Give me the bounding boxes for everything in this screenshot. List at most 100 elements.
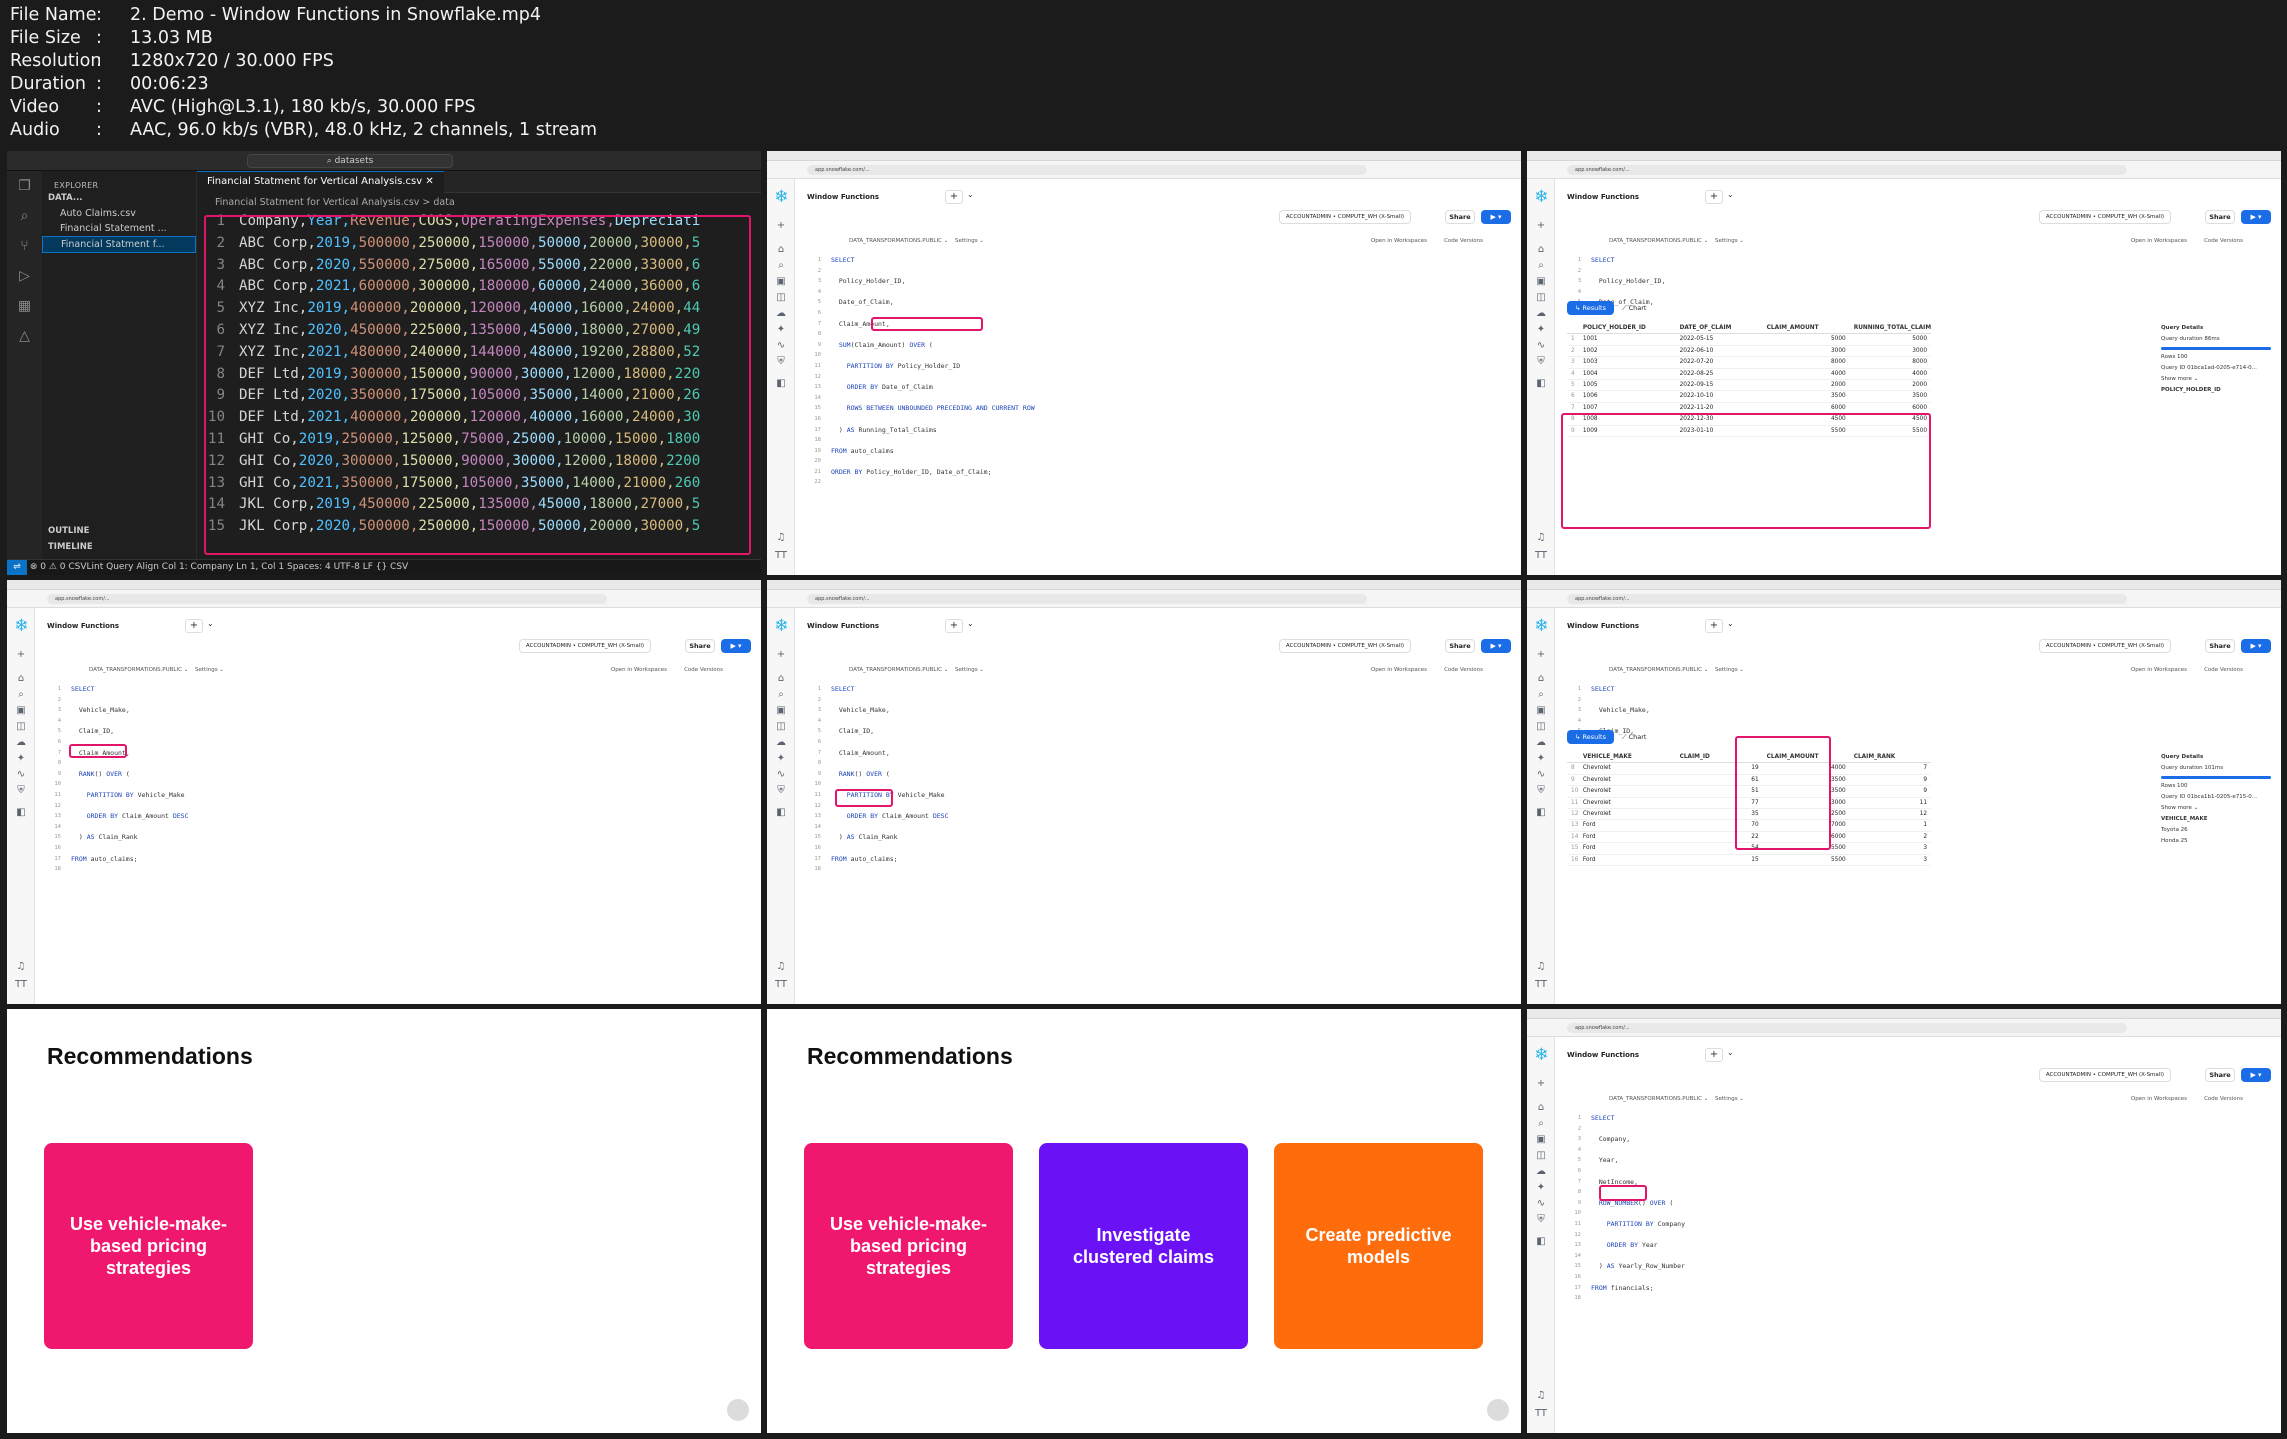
new-tab-button[interactable]: +	[185, 619, 203, 633]
run-button[interactable]: ▶ ▾	[2241, 639, 2271, 653]
url-field[interactable]: app.snowflake.com/...	[807, 594, 1367, 604]
role-warehouse-selector[interactable]: ACCOUNTADMIN • COMPUTE_WH (X-Small)	[1278, 210, 1411, 224]
snowflake-logo-icon[interactable]: ❄	[1533, 189, 1550, 206]
table-row[interactable]: 1 1001 2022-05-15 5000 5000	[1567, 334, 1931, 346]
ai-icon[interactable]: ✦	[13, 752, 29, 766]
data-icon[interactable]: ◫	[1533, 720, 1549, 734]
role-warehouse-selector[interactable]: ACCOUNTADMIN • COMPUTE_WH (X-Small)	[2038, 639, 2171, 653]
chevron-down-icon[interactable]: ⌄	[967, 190, 974, 199]
open-in-workspaces-link[interactable]: Open in Workspaces	[611, 663, 667, 677]
cloud-icon[interactable]: ☁	[1533, 736, 1549, 750]
marketplace-icon[interactable]: ◧	[1533, 377, 1549, 391]
settings-dropdown[interactable]: Settings ⌄	[1715, 663, 1744, 677]
open-in-workspaces-link[interactable]: Open in Workspaces	[2131, 234, 2187, 248]
search-icon[interactable]: ⌕	[1533, 1117, 1549, 1131]
data-icon[interactable]: ◫	[1533, 1149, 1549, 1163]
avatar[interactable]: TT	[1533, 549, 1549, 563]
data-icon[interactable]: ◫	[773, 720, 789, 734]
cloud-icon[interactable]: ☁	[773, 736, 789, 750]
monitoring-icon[interactable]: ∿	[1533, 339, 1549, 353]
timeline-section[interactable]: TIMELINE	[42, 539, 197, 555]
tab-financial-csv[interactable]: Financial Statment for Vertical Analysis…	[197, 171, 444, 193]
file-auto-claims[interactable]: Auto Claims.csv	[42, 206, 196, 221]
governance-icon[interactable]: ⛨	[773, 355, 789, 369]
sql-editor[interactable]: 1 SELECT 2 3 Vehicle_Make, 4 5 Claim_ID, 6 7 Cl…	[47, 684, 761, 1004]
table-row[interactable]: 3 1003 2022-07-20 8000 8000	[1567, 357, 1931, 369]
data-icon[interactable]: ◫	[13, 720, 29, 734]
chevron-down-icon[interactable]: ⌄	[1727, 190, 1734, 199]
column-header[interactable]: RUNNING_TOTAL_CLAIMS	[1850, 323, 1931, 333]
search-icon[interactable]: ⌕	[773, 688, 789, 702]
schema-selector[interactable]: DATA_TRANSFORMATIONS.PUBLIC ⌄	[849, 663, 948, 677]
sql-editor[interactable]: 1 SELECT 2 3 Company, 4 5 Year, 6 7 NetIncome, 8…	[1567, 1113, 2281, 1433]
share-button[interactable]: Share	[2205, 639, 2235, 653]
plus-icon[interactable]: +	[1533, 219, 1549, 233]
ai-icon[interactable]: ✦	[1533, 323, 1549, 337]
run-button[interactable]: ▶ ▾	[721, 639, 751, 653]
chevron-down-icon[interactable]: ⌄	[1727, 1048, 1734, 1057]
new-tab-button[interactable]: +	[1705, 190, 1723, 204]
bell-icon[interactable]: ♫	[13, 960, 29, 974]
chevron-down-icon[interactable]: ⌄	[967, 619, 974, 628]
ai-icon[interactable]: ✦	[1533, 752, 1549, 766]
extensions-icon[interactable]: ▦	[7, 291, 42, 321]
projects-icon[interactable]: ▣	[1533, 275, 1549, 289]
home-icon[interactable]: ⌂	[13, 672, 29, 686]
avatar[interactable]: TT	[773, 978, 789, 992]
run-button[interactable]: ▶ ▾	[1481, 210, 1511, 224]
marketplace-icon[interactable]: ◧	[773, 806, 789, 820]
bell-icon[interactable]: ♫	[1533, 531, 1549, 545]
plus-icon[interactable]: +	[1533, 648, 1549, 662]
home-icon[interactable]: ⌂	[773, 243, 789, 257]
command-search[interactable]: ⌕ datasets	[247, 154, 453, 168]
column-header[interactable]: DATE_OF_CLAIM	[1676, 323, 1763, 333]
column-header[interactable]: POLICY_HOLDER_ID	[1579, 323, 1676, 333]
ai-icon[interactable]: ✦	[773, 752, 789, 766]
monitoring-icon[interactable]: ∿	[1533, 1197, 1549, 1211]
bell-icon[interactable]: ♫	[773, 531, 789, 545]
code-versions-link[interactable]: Code Versions	[2204, 663, 2243, 677]
url-field[interactable]: app.snowflake.com/...	[1567, 594, 2127, 604]
search-icon[interactable]: ⌕	[1533, 688, 1549, 702]
new-tab-button[interactable]: +	[945, 190, 963, 204]
governance-icon[interactable]: ⛨	[1533, 784, 1549, 798]
column-header[interactable]: VEHICLE_MAKE	[1579, 752, 1676, 762]
share-button[interactable]: Share	[685, 639, 715, 653]
settings-dropdown[interactable]: Settings ⌄	[955, 234, 984, 248]
file-financial-statment-vertical[interactable]: Financial Statment f...	[42, 236, 196, 253]
projects-icon[interactable]: ▣	[1533, 1133, 1549, 1147]
avatar[interactable]: TT	[13, 978, 29, 992]
table-row[interactable]: 16 Ford 15 5500 3	[1567, 855, 1931, 866]
url-field[interactable]: app.snowflake.com/...	[47, 594, 607, 604]
snowflake-logo-icon[interactable]: ❄	[13, 618, 30, 635]
projects-icon[interactable]: ▣	[773, 275, 789, 289]
table-row[interactable]: 4 1004 2022-08-25 4000 4000	[1567, 369, 1931, 380]
governance-icon[interactable]: ⛨	[13, 784, 29, 798]
governance-icon[interactable]: ⛨	[1533, 355, 1549, 369]
plus-icon[interactable]: +	[13, 648, 29, 662]
bell-icon[interactable]: ♫	[773, 960, 789, 974]
role-warehouse-selector[interactable]: ACCOUNTADMIN • COMPUTE_WH (X-Small)	[518, 639, 651, 653]
files-icon[interactable]: ❐	[7, 171, 42, 201]
cloud-icon[interactable]: ☁	[13, 736, 29, 750]
code-versions-link[interactable]: Code Versions	[684, 663, 723, 677]
plus-icon[interactable]: +	[1533, 1077, 1549, 1091]
projects-icon[interactable]: ▣	[773, 704, 789, 718]
home-icon[interactable]: ⌂	[1533, 672, 1549, 686]
azure-icon[interactable]: △	[7, 321, 42, 351]
snowflake-logo-icon[interactable]: ❄	[773, 189, 790, 206]
role-warehouse-selector[interactable]: ACCOUNTADMIN • COMPUTE_WH (X-Small)	[2038, 1068, 2171, 1082]
chevron-down-icon[interactable]: ⌄	[207, 619, 214, 628]
home-icon[interactable]: ⌂	[773, 672, 789, 686]
monitoring-icon[interactable]: ∿	[773, 768, 789, 782]
worksheet-title[interactable]: Window Functions	[47, 622, 119, 630]
new-tab-button[interactable]: +	[1705, 1048, 1723, 1062]
monitoring-icon[interactable]: ∿	[13, 768, 29, 782]
worksheet-title[interactable]: Window Functions	[807, 622, 879, 630]
avatar[interactable]: TT	[1533, 978, 1549, 992]
ai-icon[interactable]: ✦	[773, 323, 789, 337]
close-icon[interactable]: ✕	[425, 176, 433, 187]
bell-icon[interactable]: ♫	[1533, 960, 1549, 974]
marketplace-icon[interactable]: ◧	[13, 806, 29, 820]
code-versions-link[interactable]: Code Versions	[1444, 663, 1483, 677]
